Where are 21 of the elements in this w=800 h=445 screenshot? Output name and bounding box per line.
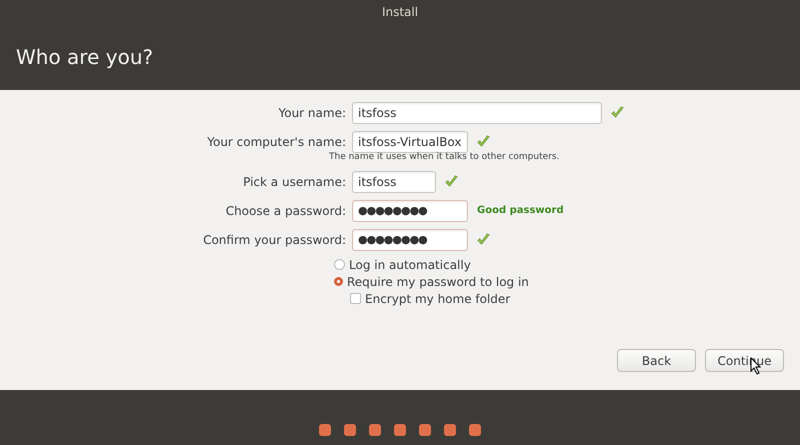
input-field[interactable]: ●●●●●●●● [352, 200, 468, 222]
field-label: Confirm your password: [202, 232, 347, 246]
input-field[interactable]: itsfoss [352, 170, 436, 192]
option-label: Encrypt my home folder [365, 292, 510, 306]
field-label: Your name: [277, 106, 347, 120]
option-label: Log in automatically [349, 258, 471, 272]
hint-text: The name it uses when it talks to other computers. [329, 152, 560, 162]
checkbox[interactable] [350, 293, 361, 304]
password-strength: Good password [477, 205, 564, 216]
input-field[interactable]: itsfoss-VirtualBox [352, 130, 468, 152]
window-title: Install [382, 5, 418, 19]
radio-button[interactable] [334, 277, 343, 286]
back-button[interactable]: Back [617, 349, 696, 372]
field-label: Pick a username: [242, 174, 347, 188]
radio-button[interactable] [334, 259, 345, 270]
input-field[interactable]: ●●●●●●●● [352, 228, 468, 250]
field-label: Choose a password: [224, 204, 347, 218]
option-label: Require my password to log in [347, 274, 529, 288]
input-field[interactable]: itsfoss [352, 102, 602, 124]
page-heading: Who are you? [16, 45, 154, 69]
field-label: Your computer's name: [206, 134, 347, 148]
